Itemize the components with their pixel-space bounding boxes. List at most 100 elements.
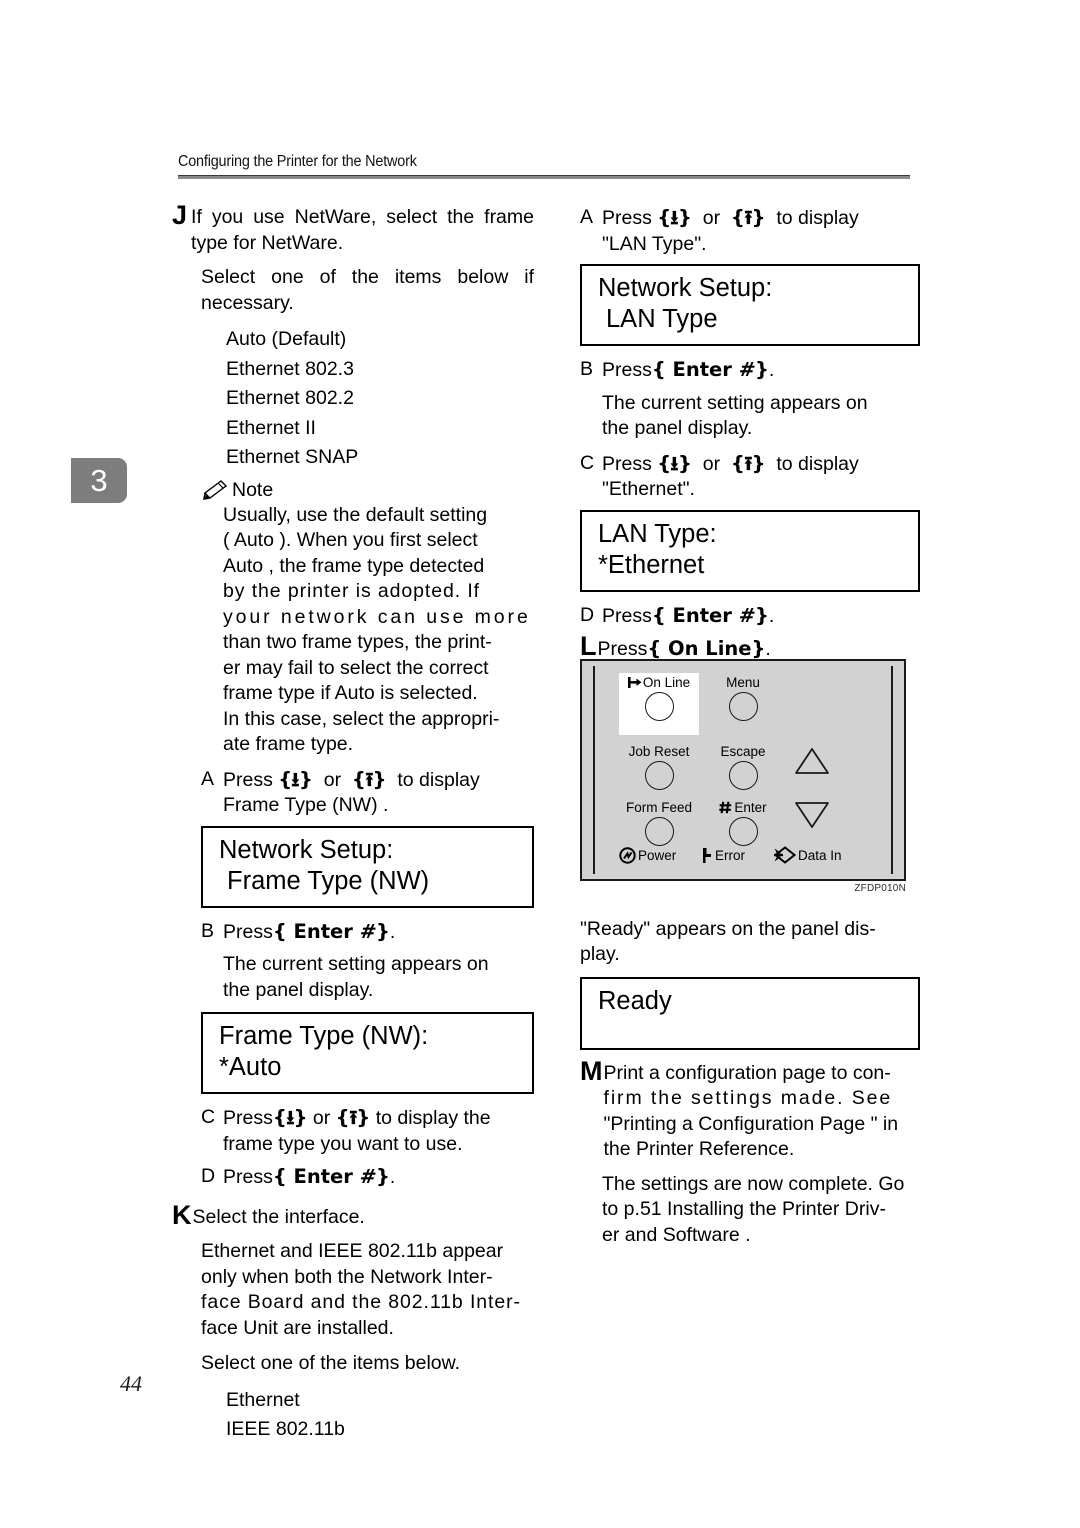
pencil-icon: [201, 479, 228, 500]
interface-note: Ethernet and IEEE 802.11b appear only wh…: [201, 1239, 534, 1341]
note-line: ( Auto ). When you first select: [223, 529, 478, 551]
note-label: Note: [232, 478, 274, 501]
press-label: Press: [223, 920, 273, 943]
substep-b-marker: B: [201, 919, 215, 942]
enter-button-circle[interactable]: [728, 817, 758, 846]
menu-button-label-row: Menu: [706, 675, 780, 690]
lcd-frame-type-value: Frame Type (NW): *Auto: [201, 1012, 534, 1094]
escape-button[interactable]: Escape: [706, 744, 780, 790]
down-arrow-key-glyph: {⭳}: [278, 767, 313, 791]
press-label: Press: [223, 1107, 273, 1129]
down-arrow-key[interactable]: [794, 801, 830, 829]
up-arrow-key-glyph: {⭱}: [335, 1106, 371, 1129]
step-j-text: If you use NetWare, select the frame typ…: [191, 206, 534, 254]
running-header: Configuring the Printer for the Network: [178, 153, 910, 179]
substep-c-tail: to display: [776, 452, 859, 475]
form-feed-button[interactable]: Form Feed: [622, 800, 696, 846]
list-item: Ethernet: [226, 1388, 300, 1411]
period: .: [768, 359, 775, 381]
substep-c-tail: to display the: [375, 1107, 491, 1129]
press-label: Press: [602, 207, 652, 229]
substep-c-text: Press{⭳} or {⭱} to display the frame typ…: [223, 1105, 534, 1157]
list-item: Ethernet II: [226, 416, 316, 439]
online-button-circle[interactable]: [644, 692, 674, 721]
list-item: Ethernet 802.2: [226, 387, 354, 409]
escape-button-label: Escape: [720, 744, 766, 759]
substep-a: A Press {⭳} or {⭱} to display "LAN Type"…: [580, 205, 920, 257]
substep-c-marker: C: [201, 1106, 216, 1128]
press-label: Press: [602, 359, 652, 381]
enter-button[interactable]: Enter: [706, 800, 780, 846]
down-arrow-key-glyph: {⭳}: [272, 1106, 308, 1129]
list-item: Auto (Default): [226, 328, 347, 350]
step-m-line1: Print a configuration page to con-: [603, 1061, 891, 1084]
select-items-note: Select one of the items below if necessa…: [201, 266, 534, 314]
data-in-indicator-label: Data In: [798, 847, 842, 863]
press-label: Press: [223, 768, 273, 791]
period: .: [389, 920, 396, 943]
substep-d-marker: D: [580, 603, 595, 626]
period: .: [389, 1166, 396, 1188]
data-in-indicator: Data In: [774, 846, 842, 864]
menu-button[interactable]: Menu: [706, 675, 780, 721]
step-m: M Print a configuration page to con- fir…: [580, 1057, 920, 1163]
substep-b: B Press{ Enter #}.: [201, 919, 534, 946]
note-line: Auto , the frame type detected: [223, 554, 485, 577]
or-label: or: [312, 1107, 331, 1129]
menu-button-circle[interactable]: [728, 692, 758, 721]
list-item: IEEE 802.11b: [226, 1418, 345, 1440]
substep-d: D Press{ Enter #}.: [580, 603, 920, 630]
control-panel: On Line Menu Job Reset Escape Form Feed …: [580, 659, 906, 881]
interface-note-line1: Ethernet and IEEE 802.11b appear: [201, 1240, 504, 1262]
control-panel-figure: On Line Menu Job Reset Escape Form Feed …: [580, 659, 906, 894]
enter-button-label: Enter: [734, 800, 767, 815]
select-items-below: Select one of the items below.: [201, 1352, 461, 1374]
data-in-icon: [774, 846, 796, 864]
substep-c: C Press{⭳} or {⭱} to display the frame t…: [201, 1105, 534, 1157]
substep-b-note: The current setting appears on the panel…: [602, 391, 920, 442]
job-reset-button-circle[interactable]: [644, 761, 674, 790]
substep-c: C Press {⭳} or {⭱} to display "Ethernet"…: [580, 451, 920, 503]
step-l-marker: L: [580, 631, 597, 661]
substep-d-text: Press{ Enter #}.: [602, 603, 920, 630]
substep-a-line2: "LAN Type".: [602, 232, 707, 255]
note-line: er may fail to select the correct: [223, 656, 489, 679]
form-feed-button-circle[interactable]: [644, 817, 674, 846]
note-heading: Note: [201, 479, 534, 501]
step-m-line4: the Printer Reference.: [603, 1138, 795, 1160]
substep-c-marker: C: [580, 451, 595, 474]
escape-button-circle[interactable]: [728, 761, 758, 790]
job-reset-button-label: Job Reset: [628, 744, 690, 759]
lcd-lan-type-value: LAN Type: *Ethernet: [580, 509, 920, 592]
up-arrow-key[interactable]: [794, 747, 830, 775]
down-arrow-key-glyph: {⭳}: [657, 206, 692, 229]
enter-key-glyph: { Enter #}: [272, 1165, 390, 1188]
online-key-glyph: { On Line}: [647, 637, 766, 660]
closing-line3: er and Software .: [602, 1223, 751, 1246]
note-body: Usually, use the default setting ( Auto …: [223, 503, 534, 758]
online-arrow-icon: [627, 677, 642, 688]
substep-d-marker: D: [201, 1165, 216, 1187]
error-indicator-label: Error: [715, 848, 745, 863]
form-feed-button-label-row: Form Feed: [622, 800, 696, 815]
lcd-line-1: LAN Type:: [598, 519, 717, 548]
closing-line2: to p.51 Installing the Printer Driv-: [602, 1198, 886, 1220]
substep-b-note-line1: The current setting appears on: [223, 953, 489, 975]
ready-note-line1: "Ready" appears on the panel dis-: [580, 917, 876, 940]
substep-b-note: The current setting appears on the panel…: [223, 952, 534, 1003]
list-item: Ethernet 802.3: [226, 357, 354, 380]
document-page: Configuring the Printer for the Network …: [0, 0, 1080, 1528]
job-reset-button[interactable]: Job Reset: [622, 744, 696, 790]
page-number: 44: [120, 1371, 142, 1396]
substep-a-line2: Frame Type (NW) .: [223, 794, 389, 816]
hash-icon: [719, 801, 732, 814]
up-arrow-key-glyph: {⭱}: [730, 451, 766, 475]
lcd-lan-type-menu: Network Setup: LAN Type: [580, 264, 920, 346]
online-button[interactable]: On Line: [622, 675, 696, 721]
note-line: In this case, select the appropri-: [223, 707, 500, 730]
lcd-line-2: Frame Type (NW): [227, 866, 430, 895]
interface-option-list: Ethernet IEEE 802.11b: [226, 1386, 534, 1445]
power-indicator-label: Power: [638, 848, 677, 863]
or-label: or: [323, 768, 342, 791]
closing-note: The settings are now complete. Go to p.5…: [602, 1172, 920, 1249]
